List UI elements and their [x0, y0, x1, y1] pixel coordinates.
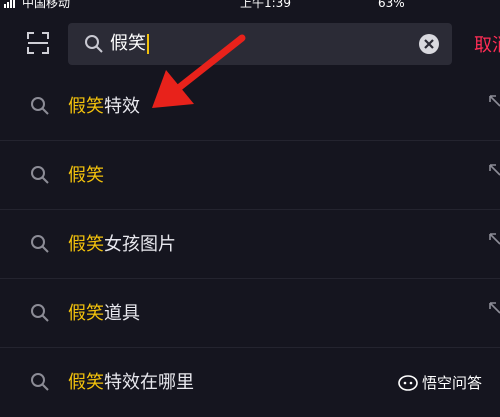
suggestion-item[interactable]: 假笑女孩图片	[0, 210, 500, 279]
suggestion-list: 假笑特效 假笑 假笑女孩图片 假笑道具 假笑特效在哪里	[0, 72, 500, 417]
clear-icon[interactable]	[418, 33, 440, 55]
watermark-text: 悟空问答	[422, 374, 483, 392]
signal-icon	[4, 0, 18, 8]
carrier-label: 中国移动	[22, 0, 71, 10]
fill-query-arrow-icon[interactable]	[488, 301, 500, 315]
cancel-button[interactable]: 取消	[474, 36, 500, 56]
fill-query-arrow-icon[interactable]	[488, 94, 500, 108]
search-bar: 假笑 取消	[0, 18, 500, 70]
suggestion-item[interactable]: 假笑	[0, 141, 500, 210]
watermark: 悟空问答	[398, 372, 482, 393]
fill-query-arrow-icon[interactable]	[488, 163, 500, 177]
search-icon	[31, 97, 49, 115]
search-input[interactable]: 假笑	[68, 23, 452, 65]
text-caret	[147, 34, 149, 54]
suggestion-item[interactable]: 假笑特效	[0, 72, 500, 141]
suggestion-label: 假笑特效在哪里	[68, 372, 194, 393]
suggestion-label: 假笑	[68, 165, 104, 186]
search-icon	[31, 373, 49, 391]
scan-icon[interactable]	[26, 31, 50, 55]
suggestion-label: 假笑特效	[68, 96, 140, 117]
fill-query-arrow-icon[interactable]	[488, 232, 500, 246]
wukong-logo-icon	[398, 374, 418, 391]
search-icon	[85, 35, 103, 53]
search-icon	[31, 166, 49, 184]
suggestion-item[interactable]: 假笑道具	[0, 279, 500, 348]
status-bar: 中国移动 上午1:39 63%	[0, 0, 500, 14]
battery-percent: 63%	[378, 0, 405, 10]
search-query[interactable]: 假笑	[110, 23, 149, 65]
search-icon	[31, 304, 49, 322]
suggestion-label: 假笑道具	[68, 303, 140, 324]
clock: 上午1:39	[240, 0, 291, 10]
search-icon	[31, 235, 49, 253]
suggestion-label: 假笑女孩图片	[68, 234, 176, 255]
